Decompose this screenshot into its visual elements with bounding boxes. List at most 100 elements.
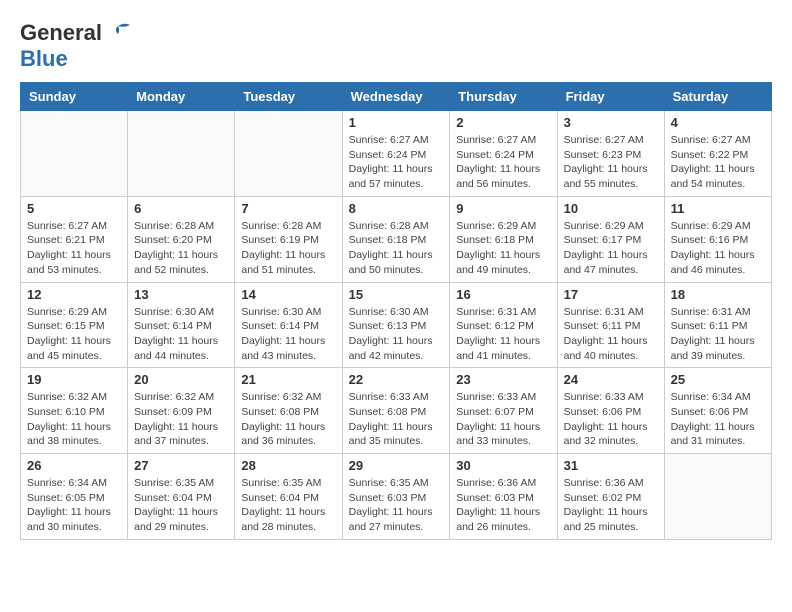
- day-info: Sunrise: 6:32 AM Sunset: 6:10 PM Dayligh…: [27, 390, 121, 449]
- calendar-cell: [21, 111, 128, 197]
- day-info: Sunrise: 6:29 AM Sunset: 6:17 PM Dayligh…: [564, 219, 658, 278]
- day-number: 20: [134, 372, 228, 387]
- day-info: Sunrise: 6:35 AM Sunset: 6:03 PM Dayligh…: [349, 476, 444, 535]
- day-number: 13: [134, 287, 228, 302]
- day-number: 15: [349, 287, 444, 302]
- weekday-header-thursday: Thursday: [450, 83, 557, 111]
- day-info: Sunrise: 6:33 AM Sunset: 6:08 PM Dayligh…: [349, 390, 444, 449]
- calendar-cell: 26 Sunrise: 6:34 AM Sunset: 6:05 PM Dayli…: [21, 454, 128, 540]
- calendar-header-row: SundayMondayTuesdayWednesdayThursdayFrid…: [21, 83, 772, 111]
- calendar-cell: 29Sunrise: 6:35 AM Sunset: 6:03 PM Dayli…: [342, 454, 450, 540]
- calendar-cell: 23Sunrise: 6:33 AM Sunset: 6:07 PM Dayli…: [450, 368, 557, 454]
- calendar-table: SundayMondayTuesdayWednesdayThursdayFrid…: [20, 82, 772, 540]
- weekday-header-friday: Friday: [557, 83, 664, 111]
- calendar-cell: 30 Sunrise: 6:36 AM Sunset: 6:03 PM Dayli…: [450, 454, 557, 540]
- day-number: 30: [456, 458, 550, 473]
- day-number: 24: [564, 372, 658, 387]
- calendar-cell: 28 Sunrise: 6:35 AM Sunset: 6:04 PM Dayli…: [235, 454, 342, 540]
- calendar-cell: 1 Sunrise: 6:27 AM Sunset: 6:24 PM Daylig…: [342, 111, 450, 197]
- calendar-cell: 25 Sunrise: 6:34 AM Sunset: 6:06 PM Dayli…: [664, 368, 771, 454]
- day-number: 28: [241, 458, 335, 473]
- calendar-week-row: 1 Sunrise: 6:27 AM Sunset: 6:24 PM Daylig…: [21, 111, 772, 197]
- day-number: 9: [456, 201, 550, 216]
- day-number: 31: [564, 458, 658, 473]
- day-number: 18: [671, 287, 765, 302]
- day-info: Sunrise: 6:27 AM Sunset: 6:24 PM Dayligh…: [456, 133, 550, 192]
- calendar-cell: 19 Sunrise: 6:32 AM Sunset: 6:10 PM Dayli…: [21, 368, 128, 454]
- day-info: Sunrise: 6:36 AM Sunset: 6:03 PM Dayligh…: [456, 476, 550, 535]
- calendar-week-row: 26 Sunrise: 6:34 AM Sunset: 6:05 PM Dayli…: [21, 454, 772, 540]
- day-info: Sunrise: 6:27 AM Sunset: 6:24 PM Dayligh…: [349, 133, 444, 192]
- day-info: Sunrise: 6:36 AM Sunset: 6:02 PM Dayligh…: [564, 476, 658, 535]
- day-info: Sunrise: 6:31 AM Sunset: 6:11 PM Dayligh…: [564, 305, 658, 364]
- day-info: Sunrise: 6:28 AM Sunset: 6:20 PM Dayligh…: [134, 219, 228, 278]
- day-number: 4: [671, 115, 765, 130]
- day-info: Sunrise: 6:27 AM Sunset: 6:23 PM Dayligh…: [564, 133, 658, 192]
- calendar-cell: 9 Sunrise: 6:29 AM Sunset: 6:18 PM Daylig…: [450, 196, 557, 282]
- weekday-header-wednesday: Wednesday: [342, 83, 450, 111]
- calendar-cell: 15 Sunrise: 6:30 AM Sunset: 6:13 PM Dayli…: [342, 282, 450, 368]
- day-number: 22: [349, 372, 444, 387]
- day-info: Sunrise: 6:31 AM Sunset: 6:11 PM Dayligh…: [671, 305, 765, 364]
- weekday-header-sunday: Sunday: [21, 83, 128, 111]
- day-info: Sunrise: 6:30 AM Sunset: 6:14 PM Dayligh…: [134, 305, 228, 364]
- calendar-week-row: 5 Sunrise: 6:27 AM Sunset: 6:21 PM Daylig…: [21, 196, 772, 282]
- logo-blue-text: Blue: [20, 46, 68, 71]
- calendar-cell: 20 Sunrise: 6:32 AM Sunset: 6:09 PM Dayli…: [128, 368, 235, 454]
- day-number: 6: [134, 201, 228, 216]
- day-info: Sunrise: 6:32 AM Sunset: 6:09 PM Dayligh…: [134, 390, 228, 449]
- day-info: Sunrise: 6:34 AM Sunset: 6:05 PM Dayligh…: [27, 476, 121, 535]
- day-number: 12: [27, 287, 121, 302]
- day-info: Sunrise: 6:28 AM Sunset: 6:19 PM Dayligh…: [241, 219, 335, 278]
- day-info: Sunrise: 6:34 AM Sunset: 6:06 PM Dayligh…: [671, 390, 765, 449]
- calendar-week-row: 19 Sunrise: 6:32 AM Sunset: 6:10 PM Dayli…: [21, 368, 772, 454]
- weekday-header-tuesday: Tuesday: [235, 83, 342, 111]
- calendar-cell: 17 Sunrise: 6:31 AM Sunset: 6:11 PM Dayli…: [557, 282, 664, 368]
- day-info: Sunrise: 6:32 AM Sunset: 6:08 PM Dayligh…: [241, 390, 335, 449]
- calendar-cell: [128, 111, 235, 197]
- calendar-cell: 3Sunrise: 6:27 AM Sunset: 6:23 PM Daylig…: [557, 111, 664, 197]
- calendar-cell: 16 Sunrise: 6:31 AM Sunset: 6:12 PM Dayli…: [450, 282, 557, 368]
- day-number: 5: [27, 201, 121, 216]
- calendar-cell: 27Sunrise: 6:35 AM Sunset: 6:04 PM Dayli…: [128, 454, 235, 540]
- calendar-cell: 7 Sunrise: 6:28 AM Sunset: 6:19 PM Daylig…: [235, 196, 342, 282]
- day-info: Sunrise: 6:29 AM Sunset: 6:15 PM Dayligh…: [27, 305, 121, 364]
- day-info: Sunrise: 6:30 AM Sunset: 6:14 PM Dayligh…: [241, 305, 335, 364]
- day-number: 10: [564, 201, 658, 216]
- day-info: Sunrise: 6:31 AM Sunset: 6:12 PM Dayligh…: [456, 305, 550, 364]
- calendar-week-row: 12 Sunrise: 6:29 AM Sunset: 6:15 PM Dayli…: [21, 282, 772, 368]
- day-number: 7: [241, 201, 335, 216]
- calendar-cell: 8Sunrise: 6:28 AM Sunset: 6:18 PM Daylig…: [342, 196, 450, 282]
- day-number: 26: [27, 458, 121, 473]
- day-number: 25: [671, 372, 765, 387]
- calendar-cell: 5 Sunrise: 6:27 AM Sunset: 6:21 PM Daylig…: [21, 196, 128, 282]
- day-number: 19: [27, 372, 121, 387]
- calendar-cell: 13 Sunrise: 6:30 AM Sunset: 6:14 PM Dayli…: [128, 282, 235, 368]
- day-number: 2: [456, 115, 550, 130]
- logo-bird-icon: [104, 22, 132, 44]
- logo-general-text: General: [20, 20, 102, 46]
- day-info: Sunrise: 6:35 AM Sunset: 6:04 PM Dayligh…: [241, 476, 335, 535]
- day-info: Sunrise: 6:29 AM Sunset: 6:18 PM Dayligh…: [456, 219, 550, 278]
- calendar-cell: 24 Sunrise: 6:33 AM Sunset: 6:06 PM Dayli…: [557, 368, 664, 454]
- calendar-cell: 4 Sunrise: 6:27 AM Sunset: 6:22 PM Daylig…: [664, 111, 771, 197]
- calendar-cell: 22 Sunrise: 6:33 AM Sunset: 6:08 PM Dayli…: [342, 368, 450, 454]
- day-info: Sunrise: 6:33 AM Sunset: 6:06 PM Dayligh…: [564, 390, 658, 449]
- day-number: 11: [671, 201, 765, 216]
- day-number: 21: [241, 372, 335, 387]
- day-number: 17: [564, 287, 658, 302]
- calendar-cell: 6 Sunrise: 6:28 AM Sunset: 6:20 PM Daylig…: [128, 196, 235, 282]
- day-info: Sunrise: 6:28 AM Sunset: 6:18 PM Dayligh…: [349, 219, 444, 278]
- day-number: 27: [134, 458, 228, 473]
- day-info: Sunrise: 6:30 AM Sunset: 6:13 PM Dayligh…: [349, 305, 444, 364]
- day-number: 1: [349, 115, 444, 130]
- weekday-header-monday: Monday: [128, 83, 235, 111]
- day-info: Sunrise: 6:27 AM Sunset: 6:22 PM Dayligh…: [671, 133, 765, 192]
- calendar-cell: 18 Sunrise: 6:31 AM Sunset: 6:11 PM Dayli…: [664, 282, 771, 368]
- day-number: 16: [456, 287, 550, 302]
- calendar-cell: 10 Sunrise: 6:29 AM Sunset: 6:17 PM Dayli…: [557, 196, 664, 282]
- day-info: Sunrise: 6:27 AM Sunset: 6:21 PM Dayligh…: [27, 219, 121, 278]
- calendar-cell: 12 Sunrise: 6:29 AM Sunset: 6:15 PM Dayli…: [21, 282, 128, 368]
- day-info: Sunrise: 6:33 AM Sunset: 6:07 PM Dayligh…: [456, 390, 550, 449]
- day-number: 14: [241, 287, 335, 302]
